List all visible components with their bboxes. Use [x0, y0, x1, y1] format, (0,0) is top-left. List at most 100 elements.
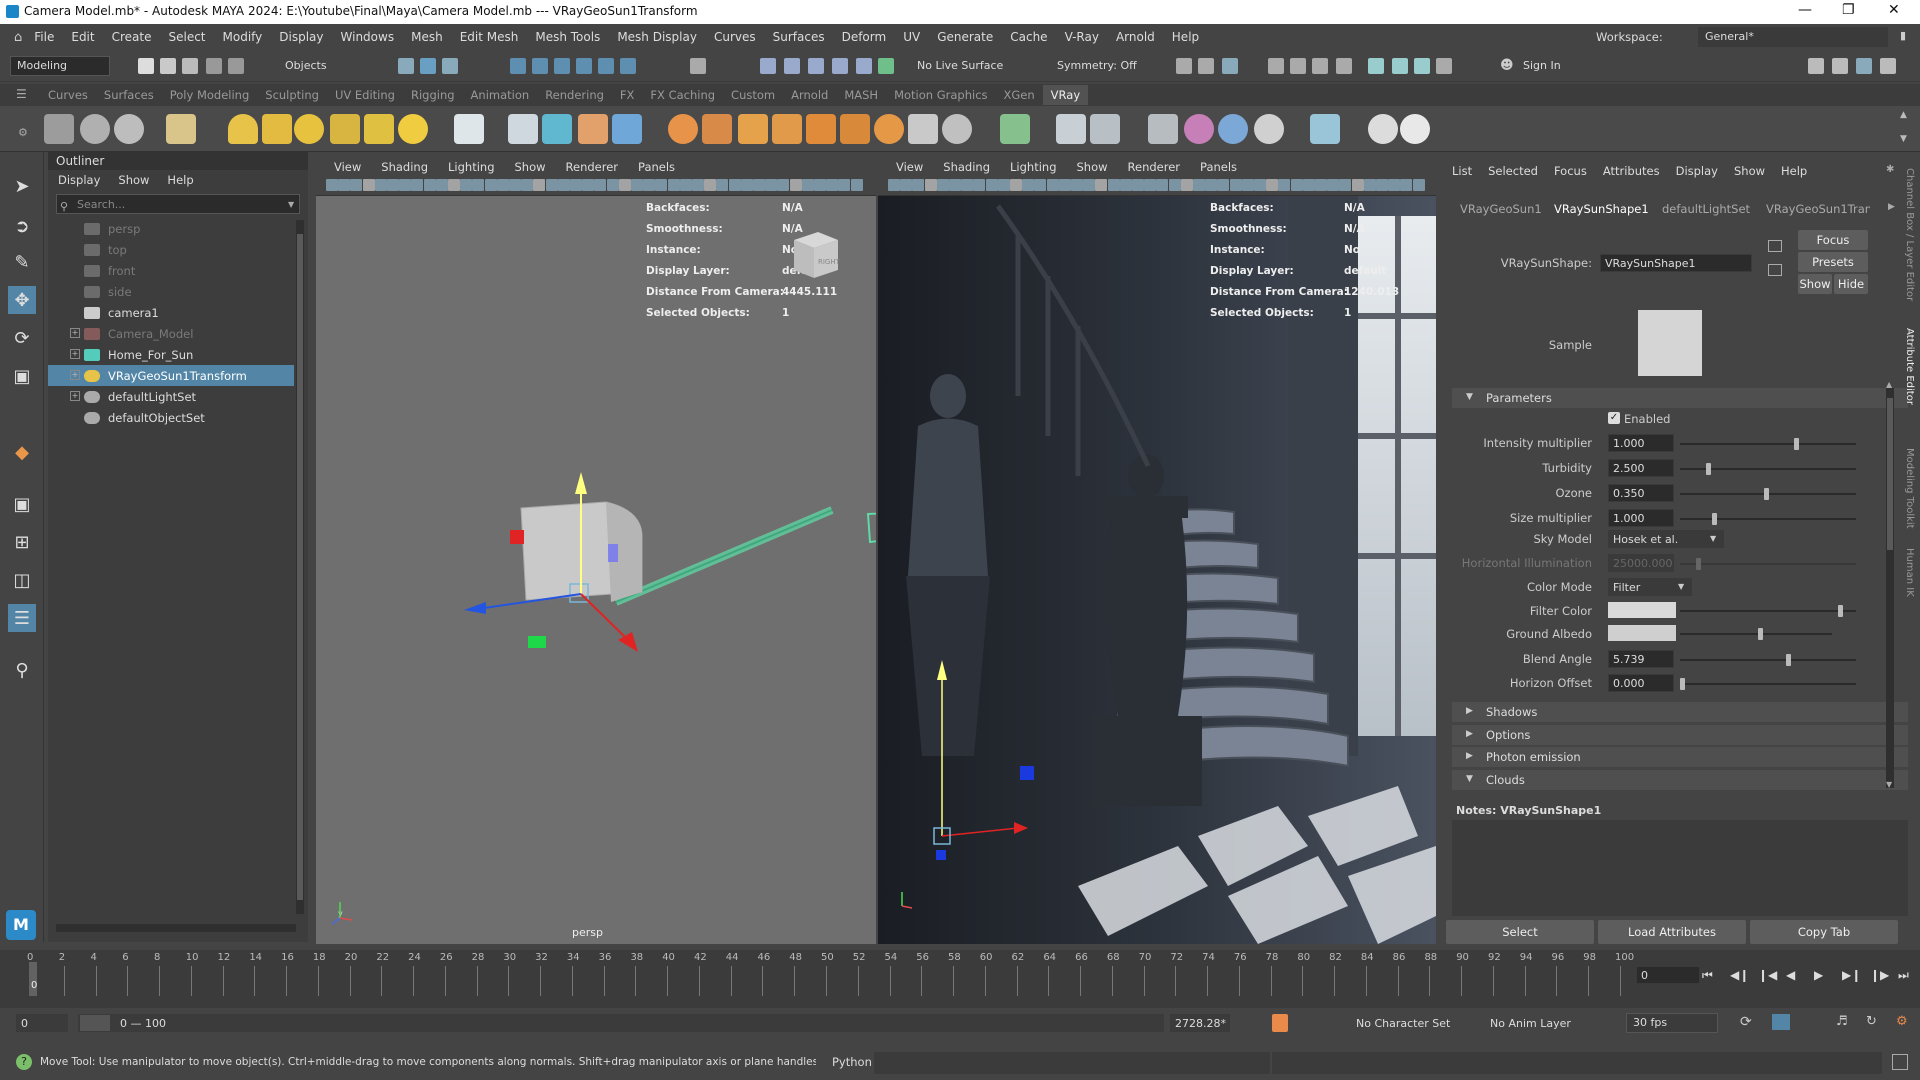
step-forward-key-icon[interactable]: ❙▶	[1870, 968, 1889, 982]
box-icon[interactable]	[578, 114, 608, 144]
ground-albedo-swatch[interactable]	[1608, 625, 1676, 641]
shelf-tab-curves[interactable]: Curves	[40, 85, 96, 105]
expand-icon[interactable]: +	[70, 328, 80, 338]
intensity-multiplierknob[interactable]	[1794, 438, 1800, 450]
focus-button[interactable]: Focus	[1798, 230, 1868, 250]
node-name-field[interactable]: VRaySunShape1	[1600, 254, 1752, 272]
side-tab-attribute-editor[interactable]: Attribute Editor	[1904, 328, 1915, 405]
render-frame-icon[interactable]	[784, 58, 800, 74]
snap-lock-icon[interactable]	[690, 58, 706, 74]
hide-button[interactable]: Hide	[1834, 274, 1868, 294]
filter-color-knob[interactable]	[1838, 605, 1843, 617]
viewport-tool-icon[interactable]	[1412, 179, 1425, 191]
live-surface-field[interactable]: No Live Surface	[910, 56, 1030, 76]
attr-menu-display[interactable]: Display	[1676, 164, 1718, 178]
range-slider-handle[interactable]	[80, 1015, 110, 1031]
spot-light-icon[interactable]	[262, 114, 292, 144]
attr-menu-help[interactable]: Help	[1781, 164, 1807, 178]
attr-menu-focus[interactable]: Focus	[1554, 164, 1587, 178]
load-attributes-button[interactable]: Load Attributes	[1598, 920, 1746, 944]
outliner-menu-show[interactable]: Show	[118, 173, 149, 187]
turbidityknob[interactable]	[1706, 463, 1712, 475]
attr-tab-defaultlightset[interactable]: defaultLightSet	[1662, 202, 1750, 216]
shelf-tab-arnold[interactable]: Arnold	[783, 85, 836, 105]
dome-light-icon[interactable]	[294, 114, 324, 144]
parameters-section[interactable]: ▼ Parameters	[1452, 388, 1908, 408]
menu-uv[interactable]: UV	[903, 30, 920, 44]
fps-select[interactable]: 30 fps	[1626, 1013, 1718, 1033]
outliner-item-defaultobjectset[interactable]: defaultObjectSet	[48, 407, 294, 428]
viewport-tool-icon[interactable]	[1266, 179, 1279, 191]
viewport-menu-panels[interactable]: Panels	[1200, 160, 1237, 174]
menu-mesh-tools[interactable]: Mesh Tools	[535, 30, 600, 44]
fur-icon[interactable]	[542, 114, 572, 144]
select-hierarchy-icon[interactable]	[398, 58, 414, 74]
sign-in-select[interactable]: Sign In	[1516, 56, 1616, 76]
enabled-checkbox[interactable]: ✓	[1608, 412, 1620, 424]
script-input[interactable]	[874, 1052, 1270, 1074]
viewport-persp[interactable]: View Shading Lighting Show Renderer Panels Ba…	[316, 158, 876, 944]
shelf-tab-vray[interactable]: VRay	[1042, 85, 1089, 105]
step-back-key-icon[interactable]: ◀❙	[1730, 968, 1749, 982]
attr-menu-list[interactable]: List	[1452, 164, 1472, 178]
blend-angle-field[interactable]: 5.739	[1608, 650, 1674, 668]
viewport-tool-icon[interactable]	[900, 179, 913, 191]
side-tab-human-ik[interactable]: Human IK	[1904, 548, 1915, 597]
viewport-tool-icon[interactable]	[1217, 179, 1230, 191]
xray-icon[interactable]	[1198, 58, 1214, 74]
shelf-tab-mash[interactable]: MASH	[836, 85, 886, 105]
blend-angle-slider[interactable]	[1680, 659, 1856, 661]
texture-icon[interactable]	[840, 114, 870, 144]
lasso-tool-icon[interactable]: ➲	[8, 212, 36, 240]
viewport-tool-icon[interactable]	[1168, 179, 1181, 191]
viewport-tool-icon[interactable]	[1278, 179, 1291, 191]
shelf-tab-motion-graphics[interactable]: Motion Graphics	[886, 85, 995, 105]
sphere-light-icon[interactable]	[228, 114, 258, 144]
scene-icon[interactable]	[1000, 114, 1030, 144]
fur-material-icon[interactable]	[738, 114, 768, 144]
history-icon[interactable]	[760, 58, 776, 74]
shelf-tab-surfaces[interactable]: Surfaces	[96, 85, 162, 105]
scroll-down-icon[interactable]: ▼	[1886, 780, 1892, 789]
hypershade-icon[interactable]	[856, 58, 872, 74]
snap-surface-icon[interactable]	[598, 58, 614, 74]
outliner-item-persp[interactable]: persp	[48, 218, 294, 239]
viewport-tool-icon[interactable]	[888, 179, 900, 191]
loop-icon[interactable]: ⟳	[1740, 1014, 1752, 1030]
chaos-scatter-icon[interactable]	[1090, 114, 1120, 144]
side-tab-channel-box-layer-editor[interactable]: Channel Box / Layer Editor	[1904, 168, 1915, 301]
menu-v-ray[interactable]: V-Ray	[1065, 30, 1099, 44]
menu-file[interactable]: File	[34, 30, 54, 44]
menu-windows[interactable]: Windows	[341, 30, 395, 44]
outliner-search-input[interactable]: Search...	[56, 194, 300, 214]
vray-logo-icon[interactable]	[1400, 114, 1430, 144]
tools-icon[interactable]	[908, 114, 938, 144]
filter-color-swatch[interactable]	[1608, 602, 1676, 618]
shelf-tab-fx[interactable]: FX	[612, 85, 643, 105]
export-icon[interactable]	[1310, 114, 1340, 144]
save-scene-icon[interactable]	[182, 58, 198, 74]
menu-edit[interactable]: Edit	[71, 30, 94, 44]
workspace-select[interactable]: General*	[1698, 27, 1888, 47]
outliner-item-top[interactable]: top	[48, 239, 294, 260]
play-forwards-icon[interactable]: ▶	[1814, 968, 1823, 982]
decal-icon[interactable]	[772, 114, 802, 144]
side-tab-modeling-toolkit[interactable]: Modeling Toolkit	[1904, 448, 1915, 529]
shelf-scroll-down-icon[interactable]: ▼	[1900, 134, 1907, 144]
live-surface-icon[interactable]	[878, 58, 894, 74]
ipr-icon[interactable]	[1312, 58, 1328, 74]
ground-albedo-knob[interactable]	[1758, 628, 1763, 640]
vray-shelf-tool-2[interactable]	[80, 114, 110, 144]
range-slider-bar[interactable]	[78, 1014, 1164, 1032]
render-sequence-icon[interactable]	[1290, 58, 1306, 74]
time-slider[interactable]: 0 2 4 6 8 10 12 14 16 18 20 22 24 26 28 30 32 34 36 38 40 42 4…	[0, 950, 1920, 1008]
viewport-tool-icon[interactable]	[1254, 179, 1266, 191]
show-button[interactable]: Show	[1798, 274, 1832, 294]
outliner-scrollbar-thumb[interactable]	[297, 234, 303, 900]
channel-box-icon[interactable]	[1880, 58, 1896, 74]
color-picker-icon[interactable]	[1184, 114, 1214, 144]
outliner-item-defaultlightset[interactable]: + defaultLightSet	[48, 386, 294, 407]
viewport-tool-icon[interactable]	[973, 179, 986, 191]
grid-texture-icon[interactable]	[806, 114, 836, 144]
copy-tab-button[interactable]: Copy Tab	[1750, 920, 1898, 944]
